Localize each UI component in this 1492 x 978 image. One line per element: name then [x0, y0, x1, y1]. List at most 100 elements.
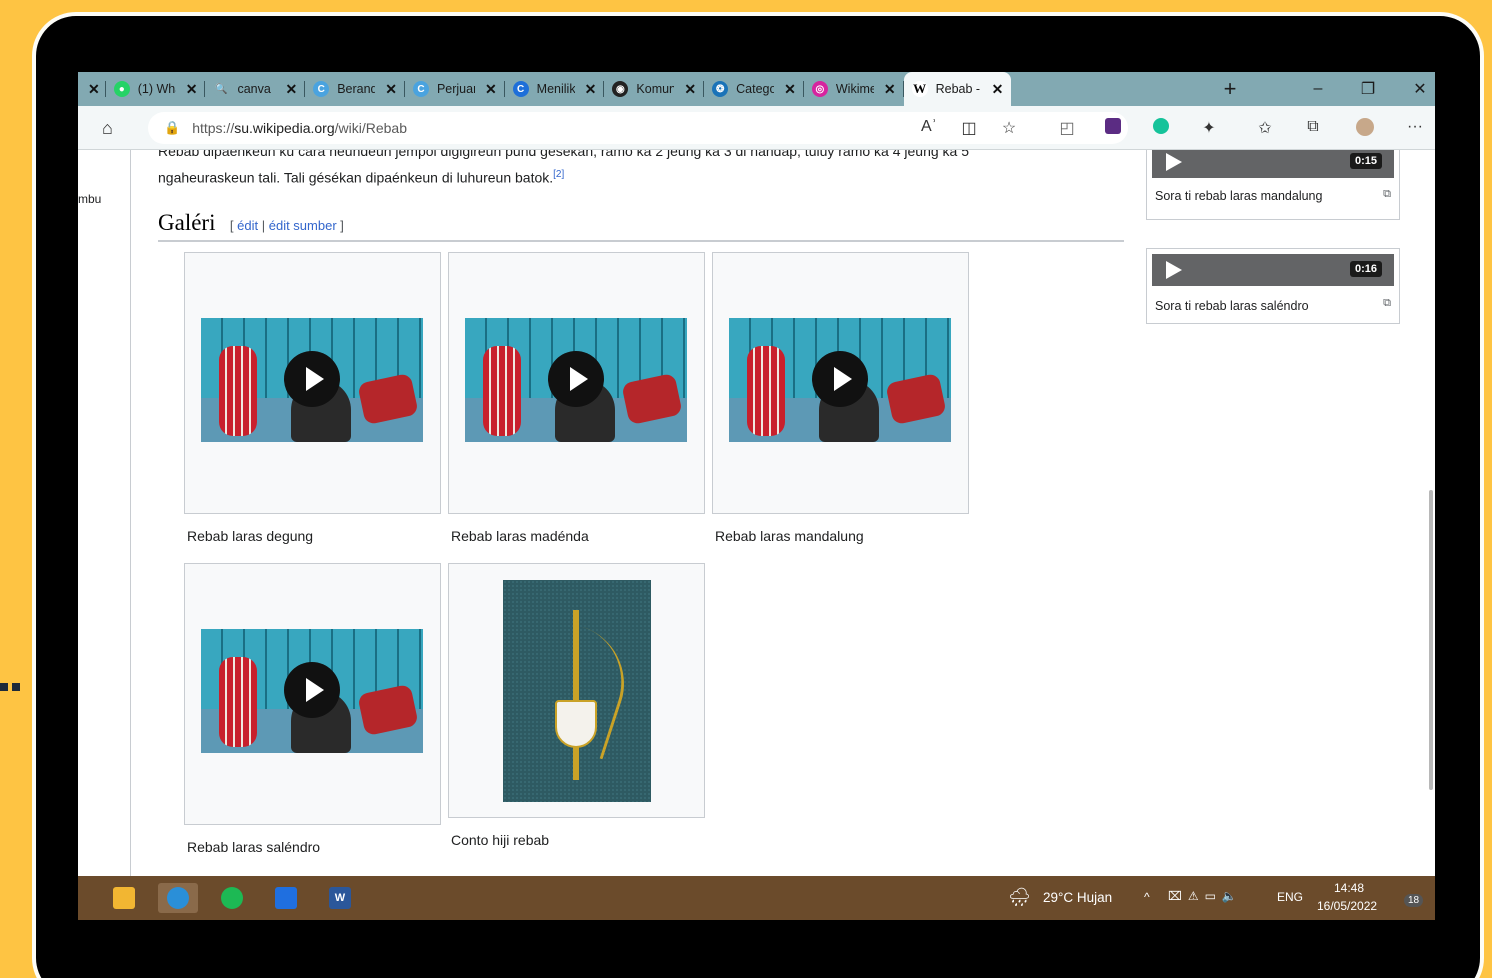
audio-duration: 0:15 — [1349, 153, 1382, 169]
lock-icon[interactable]: 🔒 — [164, 120, 180, 136]
video-thumbnail[interactable] — [201, 318, 423, 442]
play-icon[interactable] — [1166, 153, 1182, 171]
page-scrollbar[interactable] — [1429, 490, 1433, 790]
favorite-icon[interactable]: ☆ — [998, 118, 1020, 138]
para-line-2: ngaheuraskeun tali. Tali gésékan dipaénk… — [158, 169, 554, 186]
minimize-button[interactable]: – — [1298, 72, 1338, 106]
audio-controls[interactable]: 0:16 — [1152, 254, 1394, 286]
tab-4[interactable]: C Perjuang ✕ — [405, 72, 505, 106]
close-icon[interactable]: ✕ — [784, 81, 796, 98]
edit-links: [ édit | édit sumber ] — [229, 218, 344, 233]
address-bar[interactable]: 🔒 https:// su.wikipedia.org /wiki/Rebab — [148, 112, 1128, 144]
audio-duration: 0:16 — [1349, 261, 1382, 277]
grammarly-icon[interactable] — [1150, 118, 1172, 139]
tab-1[interactable]: ● (1) What ✕ — [106, 72, 206, 106]
tab-label: Wikimed — [835, 82, 874, 96]
instagram-icon: ◎ — [811, 81, 828, 97]
weather-text[interactable]: 29°C Hujan — [1043, 890, 1112, 905]
url-scheme: https:// — [192, 120, 235, 136]
decorative-dots — [0, 678, 30, 691]
spotify-button[interactable] — [212, 883, 252, 913]
tab-7[interactable]: ❂ Categor ✕ — [704, 72, 804, 106]
tab-label: canva lo — [237, 82, 275, 96]
close-icon[interactable]: ✕ — [884, 81, 896, 98]
file-explorer-button[interactable] — [104, 883, 144, 913]
play-icon[interactable] — [812, 351, 868, 407]
gallery-item-image[interactable] — [448, 563, 705, 818]
word-button[interactable]: W — [320, 883, 360, 913]
gallery-item-video[interactable] — [184, 252, 441, 514]
word-icon: W — [329, 887, 351, 909]
edit-link[interactable]: édit — [237, 218, 258, 233]
para-line-1: Rebab dipaénkeun ku cara neundeun jempol… — [158, 150, 970, 159]
close-icon[interactable]: ✕ — [285, 81, 297, 98]
audio-controls[interactable]: 0:15 — [1152, 150, 1394, 178]
c-logo-icon: C — [412, 81, 429, 97]
close-window-button[interactable]: ✕ — [1400, 72, 1435, 106]
close-icon[interactable]: ✕ — [485, 81, 497, 98]
tab-5[interactable]: C Menilik ✕ — [505, 72, 605, 106]
audio-player: 0:15 Sora ti rebab laras mandalung ⧉ — [1146, 150, 1400, 220]
video-thumbnail[interactable] — [729, 318, 951, 442]
enlarge-icon[interactable]: ⧉ — [1383, 297, 1391, 310]
audio-label[interactable]: Sora ti rebab laras mandalung — [1155, 189, 1322, 203]
tray-icons[interactable]: ⌧⚠▭🔈 — [1168, 889, 1243, 903]
clock-time[interactable]: 14:48 — [1334, 881, 1364, 895]
chevron-up-icon[interactable]: ^ — [1144, 890, 1150, 904]
play-icon[interactable] — [548, 351, 604, 407]
sidebar-text[interactable]: mbu — [78, 192, 101, 206]
gallery-heading: Galéri [ édit | édit sumber ] — [158, 210, 1124, 242]
collections-icon[interactable]: ⧉ — [1302, 118, 1324, 136]
whatsapp-icon: ● — [113, 81, 130, 97]
gallery-item-video[interactable] — [184, 563, 441, 825]
immersive-reader-icon[interactable]: ◫ — [958, 118, 980, 138]
enlarge-icon[interactable]: ⧉ — [1383, 188, 1391, 201]
new-tab-button[interactable]: + — [1210, 72, 1250, 106]
favorites-list-icon[interactable]: ✩ — [1254, 118, 1276, 138]
notification-badge[interactable]: 18 — [1404, 894, 1424, 907]
wikimedia-icon: ◉ — [612, 81, 629, 97]
read-aloud-icon[interactable]: Aʾ — [918, 118, 940, 136]
language-indicator[interactable]: ENG — [1277, 890, 1303, 904]
close-icon[interactable]: ✕ — [385, 81, 397, 98]
play-icon[interactable] — [1166, 261, 1182, 279]
play-icon[interactable] — [284, 351, 340, 407]
edit-source-link[interactable]: édit sumber — [269, 218, 337, 233]
tab-6[interactable]: ◉ Komuni ✕ — [604, 72, 705, 106]
close-icon[interactable]: ✕ — [992, 81, 1004, 98]
restore-button[interactable]: ❐ — [1348, 72, 1388, 106]
wikipedia-icon: W — [911, 81, 928, 97]
rebab-image[interactable] — [503, 580, 651, 802]
home-icon[interactable]: ⌂ — [102, 118, 113, 139]
clock-date[interactable]: 16/05/2022 — [1317, 899, 1377, 913]
gallery-item-video[interactable] — [712, 252, 969, 514]
tab-2[interactable]: 🔍 canva lo ✕ — [205, 72, 306, 106]
commons-icon: ❂ — [712, 81, 729, 97]
tab-partial[interactable]: ✕ — [78, 72, 106, 106]
gallery-caption: Rebab laras saléndro — [187, 839, 321, 855]
tab-label: Perjuang — [436, 82, 475, 96]
play-icon[interactable] — [284, 662, 340, 718]
more-menu-icon[interactable]: ··· — [1404, 118, 1426, 136]
edge-button[interactable] — [158, 883, 198, 913]
close-icon[interactable]: ✕ — [684, 81, 696, 98]
close-icon[interactable]: ✕ — [585, 81, 597, 98]
close-icon[interactable]: ✕ — [186, 81, 198, 98]
weather-icon[interactable]: 🌧 — [1008, 887, 1031, 908]
left-rail-divider — [130, 150, 131, 876]
video-thumbnail[interactable] — [465, 318, 687, 442]
tab-8[interactable]: ◎ Wikimed ✕ — [804, 72, 904, 106]
extension-purple-icon[interactable] — [1102, 118, 1124, 139]
close-icon[interactable]: ✕ — [88, 81, 100, 98]
reference-link[interactable]: [2] — [553, 169, 564, 180]
tab-3[interactable]: C Beranda ✕ — [305, 72, 405, 106]
store-button[interactable] — [266, 883, 306, 913]
tab-9[interactable]: W Rebab - ✕ — [903, 72, 1012, 106]
video-thumbnail[interactable] — [201, 629, 423, 753]
tab-label: (1) What — [137, 82, 176, 96]
gallery-item-video[interactable] — [448, 252, 705, 514]
audio-label[interactable]: Sora ti rebab laras saléndro — [1155, 299, 1309, 313]
extension-icon[interactable]: ◰ — [1056, 118, 1078, 138]
puzzle-icon[interactable]: ✦ — [1198, 118, 1220, 138]
profile-avatar[interactable] — [1354, 118, 1376, 141]
